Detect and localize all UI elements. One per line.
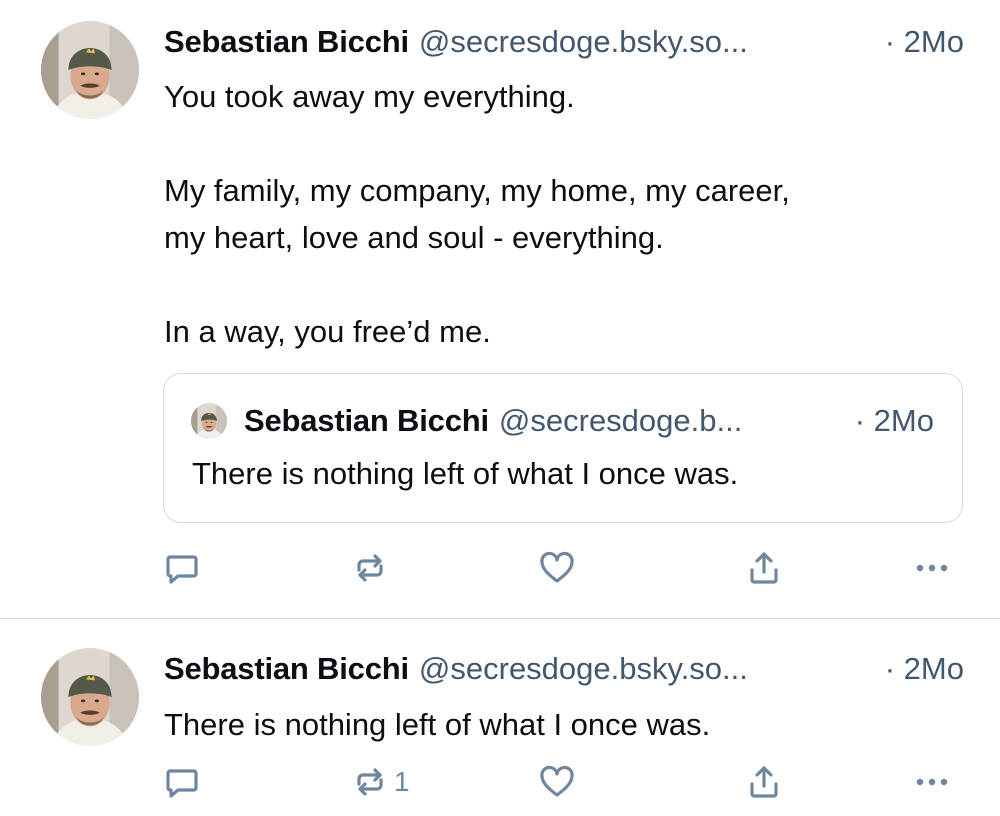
post-actions: 1 [0, 762, 1000, 802]
quoted-author-avatar [191, 403, 227, 439]
post-text: You took away my everything. My family, … [164, 73, 964, 355]
post-text-line: You took away my everything. [164, 79, 575, 114]
author-avatar[interactable] [41, 21, 139, 119]
author-avatar[interactable] [41, 648, 139, 746]
post-timestamp[interactable]: · 2Mo [885, 24, 964, 60]
repost-button[interactable] [350, 548, 394, 588]
author-handle[interactable]: @secresdoge.bsky.so... [419, 651, 877, 687]
post-header: Sebastian Bicchi @secresdoge.bsky.so... … [164, 647, 964, 691]
author-name[interactable]: Sebastian Bicchi [164, 24, 409, 60]
post-text-line: There is nothing left of what I once was… [164, 707, 711, 742]
repost-icon [350, 762, 390, 802]
post-text-line: my heart, love and soul - everything. [164, 220, 664, 255]
post-timestamp[interactable]: · 2Mo [885, 651, 964, 687]
post-text-line: In a way, you free’d me. [164, 314, 491, 349]
heart-icon [537, 548, 577, 588]
quoted-post-timestamp: · 2Mo [854, 403, 934, 438]
author-name[interactable]: Sebastian Bicchi [164, 651, 409, 687]
post-text-line: My family, my company, my home, my caree… [164, 173, 790, 208]
like-button[interactable] [537, 548, 577, 588]
quoted-author-handle: @secresdoge.b... [498, 403, 743, 438]
paragraph-break [164, 120, 964, 167]
feed-post[interactable]: Sebastian Bicchi @secresdoge.bsky.so... … [0, 0, 1000, 618]
repost-icon [350, 548, 390, 588]
share-button[interactable] [744, 548, 784, 588]
reply-button[interactable] [162, 548, 202, 588]
like-button[interactable] [537, 762, 577, 802]
quoted-post-header: Sebastian Bicchi @secresdoge.b... · 2Mo [244, 399, 934, 443]
repost-button[interactable]: 1 [350, 762, 410, 802]
post-actions [0, 548, 1000, 588]
repost-count: 1 [394, 766, 410, 797]
post-header: Sebastian Bicchi @secresdoge.bsky.so... … [164, 20, 964, 64]
share-icon [744, 762, 784, 802]
more-icon [912, 762, 952, 802]
paragraph-break [164, 261, 964, 308]
reply-icon [162, 762, 202, 802]
quoted-post-text: There is nothing left of what I once was… [192, 456, 739, 491]
more-options-button[interactable] [912, 762, 952, 802]
quoted-post[interactable]: Sebastian Bicchi @secresdoge.b... · 2Mo … [163, 373, 963, 523]
share-icon [744, 548, 784, 588]
quoted-author-name: Sebastian Bicchi [244, 403, 489, 438]
more-icon [912, 548, 952, 588]
reply-button[interactable] [162, 762, 202, 802]
author-handle[interactable]: @secresdoge.bsky.so... [419, 24, 877, 60]
post-text: There is nothing left of what I once was… [164, 701, 964, 748]
more-options-button[interactable] [912, 548, 952, 588]
reply-icon [162, 548, 202, 588]
heart-icon [537, 762, 577, 802]
share-button[interactable] [744, 762, 784, 802]
feed-post[interactable]: Sebastian Bicchi @secresdoge.bsky.so... … [0, 619, 1000, 816]
